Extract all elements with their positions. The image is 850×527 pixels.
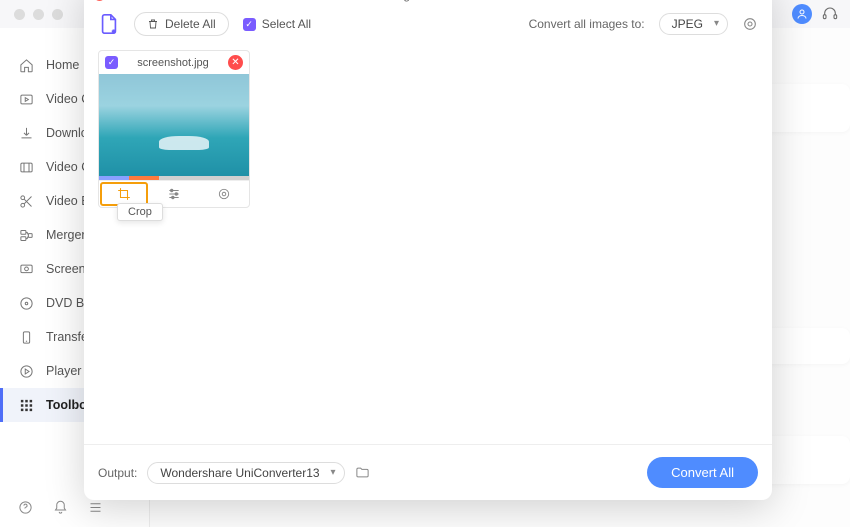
traffic-light-max[interactable] (52, 9, 63, 20)
crop-tooltip: Crop (117, 203, 163, 221)
format-select[interactable]: JPEG (659, 13, 728, 35)
traffic-light-min[interactable] (33, 9, 44, 20)
home-icon (18, 57, 34, 73)
image-converter-dialog: Image Converter Delete All ✓ Select All … (84, 0, 772, 500)
convert-all-button[interactable]: Convert All (647, 457, 758, 488)
trash-icon (147, 18, 159, 30)
download-icon (18, 125, 34, 141)
scissors-icon (18, 193, 34, 209)
settings-icon[interactable] (742, 16, 758, 32)
image-thumbnail-card: ✓ screenshot.jpg ✕ Crop (98, 50, 250, 208)
checkbox-icon: ✓ (243, 18, 256, 31)
video-icon (18, 91, 34, 107)
select-all-checkbox[interactable]: ✓ Select All (243, 17, 311, 31)
disc-icon (18, 295, 34, 311)
thumbnail-preview[interactable] (99, 74, 249, 180)
bell-icon[interactable] (53, 500, 68, 515)
thumbnail-remove-button[interactable]: ✕ (228, 55, 243, 70)
traffic-light-close[interactable] (14, 9, 25, 20)
sidebar-item-label: Home (46, 58, 79, 72)
headset-icon[interactable] (822, 6, 838, 22)
output-path-select[interactable]: Wondershare UniConverter13 (147, 462, 344, 484)
sidebar-item-label: Player (46, 364, 81, 378)
thumbnail-filename: screenshot.jpg (118, 57, 228, 69)
open-folder-icon[interactable] (355, 465, 370, 480)
sidebar-item-label: Merger (46, 228, 86, 242)
merge-icon (18, 227, 34, 243)
add-file-icon[interactable] (98, 13, 120, 35)
delete-all-button[interactable]: Delete All (134, 12, 229, 36)
play-icon (18, 363, 34, 379)
user-avatar[interactable] (792, 4, 812, 24)
menu-icon[interactable] (88, 500, 103, 515)
help-icon[interactable] (18, 500, 33, 515)
grid-icon (18, 397, 34, 413)
transfer-icon (18, 329, 34, 345)
output-label: Output: (98, 466, 137, 480)
convert-to-label: Convert all images to: (529, 17, 645, 31)
thumbnail-checkbox[interactable]: ✓ (105, 56, 118, 69)
compress-icon (18, 159, 34, 175)
record-icon (18, 261, 34, 277)
watermark-tool-button[interactable] (199, 181, 249, 207)
